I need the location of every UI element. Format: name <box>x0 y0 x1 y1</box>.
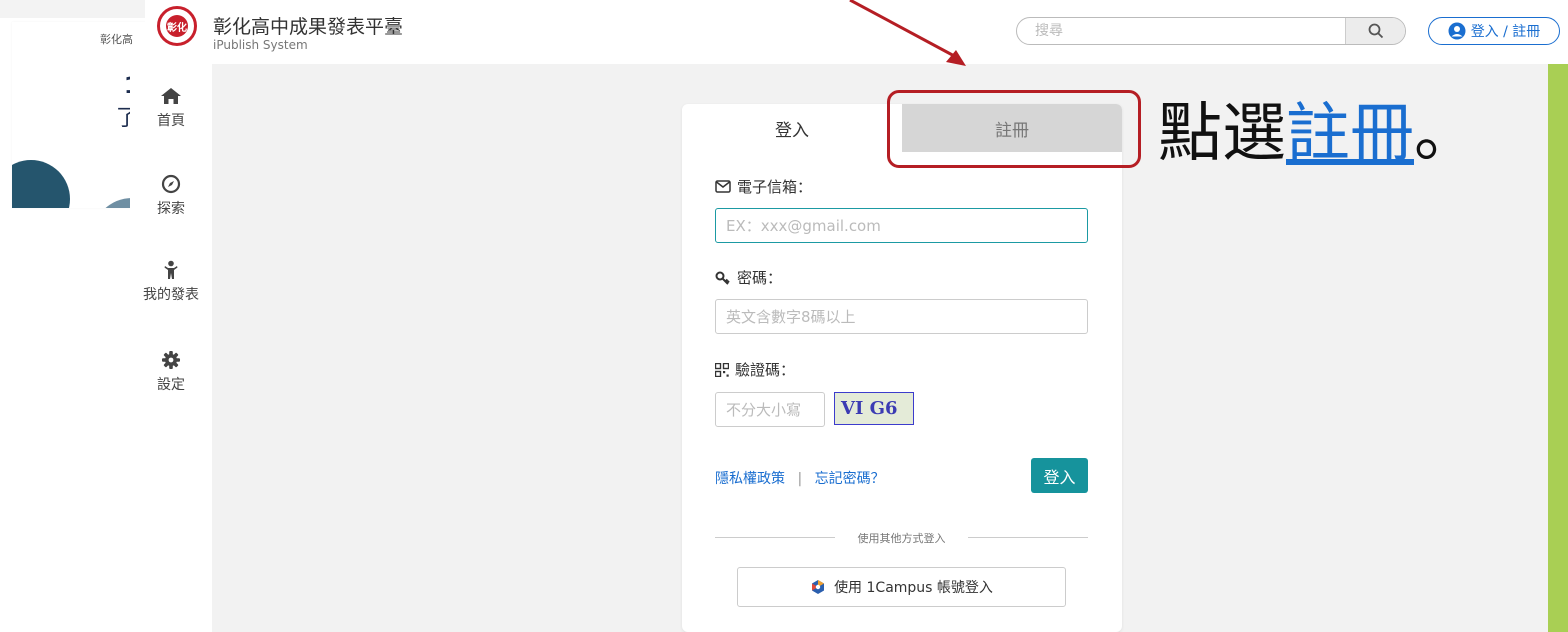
tutorial-callout: 點選註冊。 <box>1158 82 1478 174</box>
login-card: 登入 註冊 電子信箱： 密碼： 驗證碼： VI G6 隱私權政策 | 忘記密碼？… <box>682 104 1122 632</box>
search-button[interactable] <box>1345 18 1405 44</box>
login-register-button[interactable]: 登入 / 註冊 <box>1428 17 1560 45</box>
school-logo[interactable]: 彰化 <box>157 6 197 46</box>
auxiliary-links: 隱私權政策 | 忘記密碼？ <box>715 468 885 488</box>
slide-right-decoration <box>1548 0 1568 632</box>
email-label-row: 電子信箱： <box>715 176 812 197</box>
sidebar-item-label: 我的發表 <box>143 287 199 303</box>
sidebar-item-home[interactable]: 首頁 <box>130 84 212 130</box>
qrcode-icon <box>715 362 729 377</box>
captcha-label: 驗證碼： <box>735 361 796 379</box>
home-icon <box>161 88 181 104</box>
callout-suffix: 。 <box>1414 97 1478 171</box>
callout-prefix: 點選 <box>1158 97 1286 171</box>
gear-icon <box>162 351 180 369</box>
app-subtitle: iPublish System <box>213 38 308 52</box>
school-logo-mark: 彰化 <box>166 15 188 37</box>
register-tab-highlight <box>887 90 1141 168</box>
other-login-divider: 使用其他方式登入 <box>715 530 1088 545</box>
sidebar-item-label: 設定 <box>157 377 185 393</box>
search-box <box>1016 17 1406 45</box>
search-icon <box>1368 23 1383 39</box>
password-label-row: 密碼： <box>715 267 782 288</box>
app-header: 彰化 彰化高中成果發表平臺 iPublish System 登入 / 註冊 <box>145 0 1568 64</box>
sidebar: 首頁 探索 我的發表 設定 <box>130 64 212 632</box>
sidebar-item-settings[interactable]: 設定 <box>130 348 212 394</box>
sidebar-item-explore[interactable]: 探索 <box>130 172 212 218</box>
privacy-policy-link[interactable]: 隱私權政策 <box>715 471 785 487</box>
email-label: 電子信箱： <box>737 178 813 196</box>
key-icon <box>715 271 730 285</box>
password-field[interactable] <box>715 299 1088 334</box>
app-title[interactable]: 彰化高中成果發表平臺 <box>213 12 403 39</box>
sidebar-item-label: 首頁 <box>157 113 185 129</box>
other-login-label: 使用其他方式登入 <box>857 532 946 545</box>
login-register-label: 登入 / 註冊 <box>1470 24 1541 40</box>
sidebar-item-label: 探索 <box>157 201 185 217</box>
tab-login[interactable]: 登入 <box>682 104 902 152</box>
compass-icon <box>161 174 181 194</box>
sidebar-item-my-publications[interactable]: 我的發表 <box>130 258 212 304</box>
link-separator: | <box>797 471 803 487</box>
person-icon <box>164 260 178 279</box>
decorative-circle <box>12 160 70 208</box>
password-label: 密碼： <box>737 269 783 287</box>
campus-login-button[interactable]: 使用 1Campus 帳號登入 <box>737 567 1066 607</box>
1campus-logo-icon <box>812 580 825 594</box>
login-submit-button[interactable]: 登入 <box>1031 458 1088 493</box>
search-input[interactable] <box>1017 18 1347 44</box>
previous-slide-title: 彰化高 <box>100 33 133 46</box>
captcha-label-row: 驗證碼： <box>715 359 795 380</box>
captcha-field[interactable] <box>715 392 825 427</box>
forgot-password-link[interactable]: 忘記密碼？ <box>815 471 885 487</box>
email-field[interactable] <box>715 208 1088 243</box>
campus-login-label: 使用 1Campus 帳號登入 <box>834 580 993 596</box>
envelope-icon <box>715 180 731 193</box>
callout-highlight: 註冊 <box>1286 97 1414 171</box>
captcha-image[interactable]: VI G6 <box>834 392 914 425</box>
user-circle-icon <box>1448 22 1466 40</box>
